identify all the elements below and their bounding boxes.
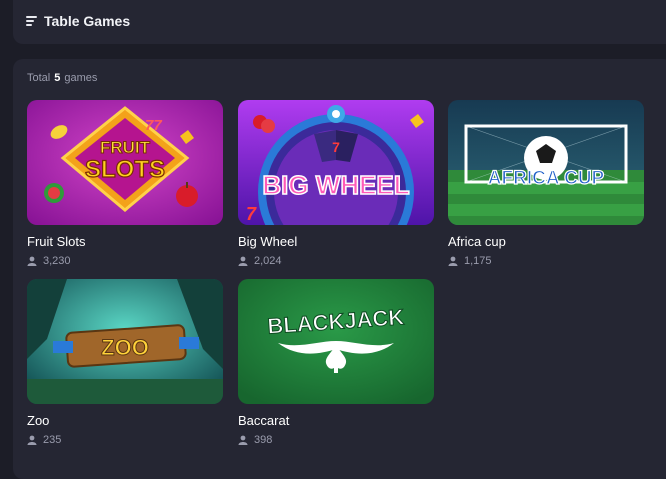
game-card-baccarat[interactable]: BLACKJACK Baccarat 398 bbox=[238, 279, 434, 446]
big-wheel-art-badge: 7 bbox=[246, 204, 257, 224]
user-icon bbox=[27, 256, 37, 266]
africa-cup-thumbnail[interactable]: AFRICA CUP bbox=[448, 100, 644, 225]
big-wheel-thumbnail[interactable]: 7 7 BIG WHEEL bbox=[238, 100, 434, 225]
game-name[interactable]: Africa cup bbox=[448, 234, 644, 250]
player-count-value: 235 bbox=[43, 434, 62, 446]
player-count: 3,230 bbox=[27, 255, 223, 267]
game-card-africa-cup[interactable]: AFRICA CUP Africa cup 1,175 bbox=[448, 100, 644, 267]
fruit-slots-art-badge: 77 bbox=[145, 117, 162, 134]
player-count-value: 3,230 bbox=[43, 255, 71, 267]
player-count: 235 bbox=[27, 434, 223, 446]
player-count-value: 2,024 bbox=[254, 255, 282, 267]
game-card-big-wheel[interactable]: 7 7 BIG WHEEL Big Wheel 2,024 bbox=[238, 100, 434, 267]
player-count-value: 398 bbox=[254, 434, 273, 446]
page-title: Table Games bbox=[44, 13, 131, 29]
africa-cup-art-title: AFRICA CUP bbox=[488, 168, 605, 189]
game-name[interactable]: Big Wheel bbox=[238, 234, 434, 250]
total-count: 5 bbox=[54, 72, 61, 84]
zoo-art-title: ZOO bbox=[101, 335, 149, 360]
games-panel: Total 5 games 77 FRUIT SLOTS Fruit Slots… bbox=[13, 59, 666, 479]
fruit-slots-art-title-top: FRUIT bbox=[100, 138, 151, 157]
user-icon bbox=[448, 256, 458, 266]
player-count: 2,024 bbox=[238, 255, 434, 267]
total-prefix: Total bbox=[27, 72, 51, 84]
player-count: 398 bbox=[238, 434, 434, 446]
game-name[interactable]: Zoo bbox=[27, 413, 223, 429]
game-card-zoo[interactable]: ZOO Zoo 235 bbox=[27, 279, 223, 446]
top-bar: Table Games bbox=[13, 0, 666, 44]
games-total: Total 5 games bbox=[27, 72, 97, 84]
fruit-slots-art-title-bottom: SLOTS bbox=[85, 156, 165, 183]
total-suffix: games bbox=[64, 72, 98, 84]
player-count-value: 1,175 bbox=[464, 255, 492, 267]
fruit-slots-thumbnail[interactable]: 77 FRUIT SLOTS bbox=[27, 100, 223, 225]
game-name[interactable]: Fruit Slots bbox=[27, 234, 223, 250]
big-wheel-art-title: BIG WHEEL bbox=[262, 170, 409, 200]
user-icon bbox=[27, 435, 37, 445]
game-card-fruit-slots[interactable]: 77 FRUIT SLOTS Fruit Slots 3,230 bbox=[27, 100, 223, 267]
game-name[interactable]: Baccarat bbox=[238, 413, 434, 429]
baccarat-thumbnail[interactable]: BLACKJACK bbox=[238, 279, 434, 404]
user-icon bbox=[238, 256, 248, 266]
user-icon bbox=[238, 435, 248, 445]
big-wheel-art-wheel-value: 7 bbox=[332, 139, 340, 155]
hamburger-icon[interactable] bbox=[26, 16, 37, 26]
player-count: 1,175 bbox=[448, 255, 644, 267]
zoo-thumbnail[interactable]: ZOO bbox=[27, 279, 223, 404]
